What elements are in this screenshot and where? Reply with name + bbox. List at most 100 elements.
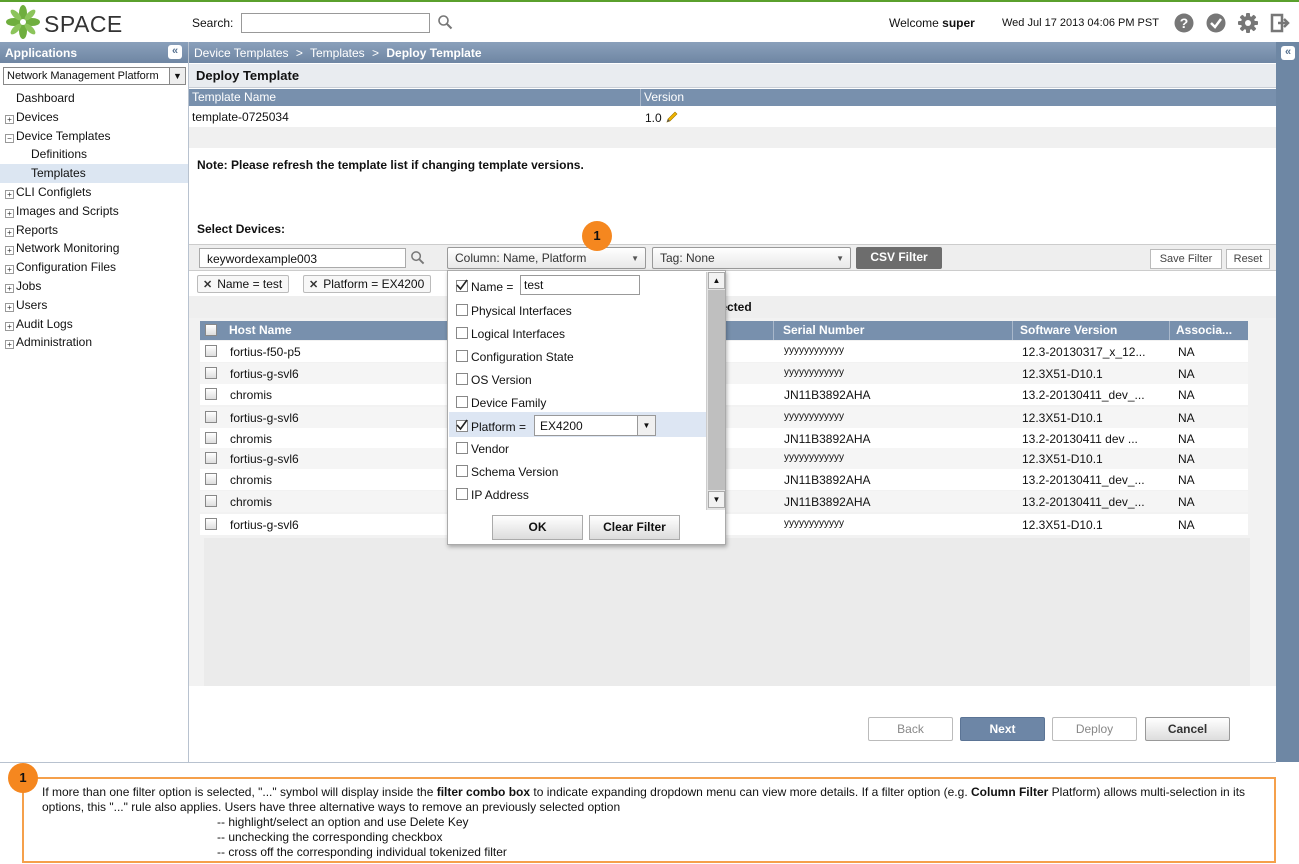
- breadcrumb-templates[interactable]: Templates: [310, 46, 365, 60]
- scroll-down-icon[interactable]: ▼: [708, 491, 725, 508]
- row-checkbox[interactable]: [205, 473, 217, 485]
- keyword-filter-input[interactable]: keywordexample003: [199, 248, 406, 268]
- expand-icon[interactable]: +: [5, 283, 14, 293]
- host-name-cell: fortius-g-svl6: [230, 411, 299, 425]
- row-checkbox[interactable]: [205, 345, 217, 357]
- dropdown-scrollbar[interactable]: ▲ ▼: [706, 272, 725, 510]
- column-filter-combo[interactable]: Column: Name, Platform ▼: [447, 247, 646, 269]
- unchecked-checkbox[interactable]: [456, 350, 468, 362]
- close-icon[interactable]: ✕: [309, 279, 318, 291]
- gear-icon[interactable]: [1238, 13, 1258, 33]
- sidebar-item-audit-logs[interactable]: + Audit Logs: [0, 315, 188, 334]
- sidebar-item-users[interactable]: + Users: [0, 296, 188, 315]
- row-checkbox[interactable]: [205, 452, 217, 464]
- expand-icon[interactable]: +: [5, 265, 14, 275]
- collapse-icon[interactable]: −: [5, 133, 14, 143]
- row-checkbox[interactable]: [205, 411, 217, 423]
- sidebar-item-cli-configlets[interactable]: + CLI Configlets: [0, 183, 188, 202]
- association-cell: NA: [1178, 473, 1195, 487]
- expand-icon[interactable]: +: [5, 340, 14, 350]
- software-version-cell: 12.3X51-D10.1: [1022, 367, 1103, 381]
- column-filter-label: Column: Name, Platform: [455, 251, 587, 265]
- column-header-association[interactable]: Associa...: [1176, 323, 1232, 337]
- search-icon[interactable]: [410, 250, 425, 265]
- column-header-template-name[interactable]: Template Name: [192, 90, 276, 104]
- column-header-serial-number[interactable]: Serial Number: [783, 323, 864, 337]
- sidebar-item-jobs[interactable]: + Jobs: [0, 277, 188, 296]
- unchecked-checkbox[interactable]: [456, 465, 468, 477]
- brand-name: SPACE: [44, 11, 123, 37]
- expand-icon[interactable]: +: [5, 227, 14, 237]
- check-status-icon[interactable]: [1206, 13, 1226, 33]
- chevron-down-icon[interactable]: ▼: [169, 68, 185, 84]
- ok-button[interactable]: OK: [492, 515, 583, 540]
- host-name-cell: chromis: [230, 495, 273, 509]
- search-icon[interactable]: [437, 14, 453, 30]
- logout-icon[interactable]: [1270, 13, 1290, 33]
- collapse-left-panel-button[interactable]: «: [168, 45, 182, 59]
- filter-option-label: Vendor: [471, 442, 510, 456]
- unchecked-checkbox[interactable]: [456, 304, 468, 316]
- filter-token-platform: ✕ Platform = EX4200: [303, 275, 432, 293]
- expand-right-panel-button[interactable]: «: [1281, 46, 1295, 60]
- device-grid-empty-area: [204, 538, 1250, 686]
- checked-checkbox[interactable]: [456, 279, 468, 292]
- breadcrumb-device-templates[interactable]: Device Templates: [194, 46, 289, 60]
- sidebar-item-templates[interactable]: Templates: [0, 164, 188, 183]
- software-version-cell: 12.3X51-D10.1: [1022, 452, 1103, 466]
- checked-checkbox[interactable]: [456, 419, 468, 432]
- column-header-version[interactable]: Version: [644, 90, 684, 104]
- sidebar-item-administration[interactable]: + Administration: [0, 333, 188, 352]
- sidebar-item-network-monitoring[interactable]: + Network Monitoring: [0, 239, 188, 258]
- expand-icon[interactable]: +: [5, 321, 14, 331]
- unchecked-checkbox[interactable]: [456, 327, 468, 339]
- save-filter-button[interactable]: Save Filter: [1150, 249, 1222, 269]
- sidebar-item-device-templates[interactable]: − Device Templates: [0, 127, 188, 146]
- application-select[interactable]: Network Management Platform: [3, 67, 186, 85]
- deploy-button[interactable]: Deploy: [1052, 717, 1137, 741]
- unchecked-checkbox[interactable]: [456, 373, 468, 385]
- sidebar-item-reports[interactable]: + Reports: [0, 221, 188, 240]
- annotation-badge: 1: [8, 763, 38, 793]
- sidebar-item-configuration-files[interactable]: + Configuration Files: [0, 258, 188, 277]
- pencil-edit-icon[interactable]: [665, 110, 679, 124]
- scrollbar-thumb[interactable]: [708, 290, 725, 490]
- help-icon[interactable]: ?: [1174, 13, 1194, 33]
- sidebar-item-definitions[interactable]: Definitions: [0, 145, 188, 164]
- close-icon[interactable]: ✕: [203, 279, 212, 291]
- clear-filter-button[interactable]: Clear Filter: [589, 515, 680, 540]
- sidebar-item-devices[interactable]: + Devices: [0, 108, 188, 127]
- column-header-host-name[interactable]: Host Name: [229, 323, 292, 337]
- tag-filter-combo[interactable]: Tag: None ▼: [652, 247, 851, 269]
- row-checkbox[interactable]: [205, 367, 217, 379]
- template-row[interactable]: template-0725034 1.0: [189, 107, 1276, 127]
- scroll-up-icon[interactable]: ▲: [708, 272, 725, 289]
- unchecked-checkbox[interactable]: [456, 442, 468, 454]
- back-button[interactable]: Back: [868, 717, 953, 741]
- next-button[interactable]: Next: [960, 717, 1045, 741]
- search-input[interactable]: [241, 13, 430, 33]
- csv-filter-button[interactable]: CSV Filter: [856, 247, 942, 269]
- expand-icon[interactable]: +: [5, 114, 14, 124]
- reset-filter-button[interactable]: Reset: [1226, 249, 1270, 269]
- chevron-down-icon[interactable]: ▼: [637, 416, 655, 435]
- row-checkbox[interactable]: [205, 495, 217, 507]
- serial-number-cell: yyyyyyyyyyyy: [784, 367, 844, 378]
- column-header-software-version[interactable]: Software Version: [1020, 323, 1117, 337]
- expand-icon[interactable]: +: [5, 189, 14, 199]
- unchecked-checkbox[interactable]: [456, 488, 468, 500]
- sidebar-item-dashboard[interactable]: Dashboard: [0, 89, 188, 108]
- expand-icon[interactable]: +: [5, 302, 14, 312]
- row-checkbox[interactable]: [205, 388, 217, 400]
- row-checkbox[interactable]: [205, 432, 217, 444]
- sidebar-item-images-and-scripts[interactable]: + Images and Scripts: [0, 202, 188, 221]
- select-all-checkbox[interactable]: [205, 324, 217, 336]
- expand-icon[interactable]: +: [5, 246, 14, 256]
- cancel-button[interactable]: Cancel: [1145, 717, 1230, 741]
- applications-header: Applications: [0, 42, 188, 63]
- unchecked-checkbox[interactable]: [456, 396, 468, 408]
- row-checkbox[interactable]: [205, 518, 217, 530]
- filter-option-label: Device Family: [471, 396, 547, 410]
- expand-icon[interactable]: +: [5, 208, 14, 218]
- name-filter-input[interactable]: test: [520, 275, 640, 295]
